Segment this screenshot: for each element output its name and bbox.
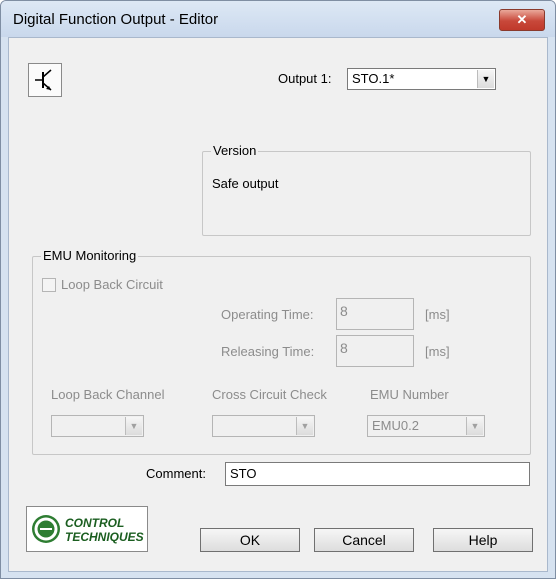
- chevron-down-icon[interactable]: ▼: [466, 417, 483, 435]
- chevron-down-icon[interactable]: ▼: [477, 70, 494, 88]
- output-value: STO.1*: [352, 71, 395, 86]
- operating-time-unit: [ms]: [425, 307, 450, 322]
- close-icon: ✕: [516, 12, 528, 27]
- control-techniques-logo: CONTROL TECHNIQUES: [26, 506, 148, 552]
- cross-circuit-check-label: Cross Circuit Check: [212, 387, 327, 402]
- dialog-content: Output 1: STO.1* ▼ Version Safe output E…: [8, 37, 548, 572]
- help-button[interactable]: Help: [433, 528, 533, 552]
- loop-back-channel-select[interactable]: ▼: [51, 415, 144, 437]
- cancel-button[interactable]: Cancel: [314, 528, 414, 552]
- loop-back-channel-label: Loop Back Channel: [51, 387, 165, 402]
- chevron-down-icon[interactable]: ▼: [296, 417, 313, 435]
- emu-title: EMU Monitoring: [41, 248, 139, 263]
- version-group: Version Safe output: [202, 143, 531, 236]
- output-select[interactable]: STO.1* ▼: [347, 68, 496, 90]
- transistor-icon: [28, 63, 62, 97]
- title-bar: Digital Function Output - Editor ✕: [1, 1, 555, 37]
- releasing-time-label: Releasing Time:: [221, 344, 315, 359]
- comment-value: STO: [230, 466, 257, 481]
- operating-time-label: Operating Time:: [221, 307, 314, 322]
- ok-button[interactable]: OK: [200, 528, 300, 552]
- window-title: Digital Function Output - Editor: [13, 11, 219, 28]
- releasing-time-input[interactable]: 8: [336, 335, 414, 367]
- operating-time-input[interactable]: 8: [336, 298, 414, 330]
- version-text: Safe output: [212, 176, 279, 191]
- loop-back-circuit-label: Loop Back Circuit: [61, 277, 163, 292]
- editor-window: Digital Function Output - Editor ✕ Outpu…: [0, 0, 556, 579]
- operating-time-value: 8: [340, 303, 348, 319]
- version-title: Version: [211, 143, 259, 158]
- releasing-time-value: 8: [340, 340, 348, 356]
- chevron-down-icon[interactable]: ▼: [125, 417, 142, 435]
- comment-label: Comment:: [146, 466, 206, 481]
- close-button[interactable]: ✕: [499, 9, 545, 31]
- logo-line1: CONTROL: [65, 516, 124, 530]
- cross-circuit-check-select[interactable]: ▼: [212, 415, 315, 437]
- logo-line2: TECHNIQUES: [65, 530, 144, 544]
- emu-number-label: EMU Number: [370, 387, 449, 402]
- emu-number-select[interactable]: EMU0.2 ▼: [367, 415, 485, 437]
- output-label: Output 1:: [278, 71, 332, 86]
- releasing-time-unit: [ms]: [425, 344, 450, 359]
- comment-input[interactable]: STO: [225, 462, 530, 486]
- emu-number-value: EMU0.2: [372, 418, 419, 433]
- loop-back-circuit-checkbox[interactable]: [42, 278, 56, 292]
